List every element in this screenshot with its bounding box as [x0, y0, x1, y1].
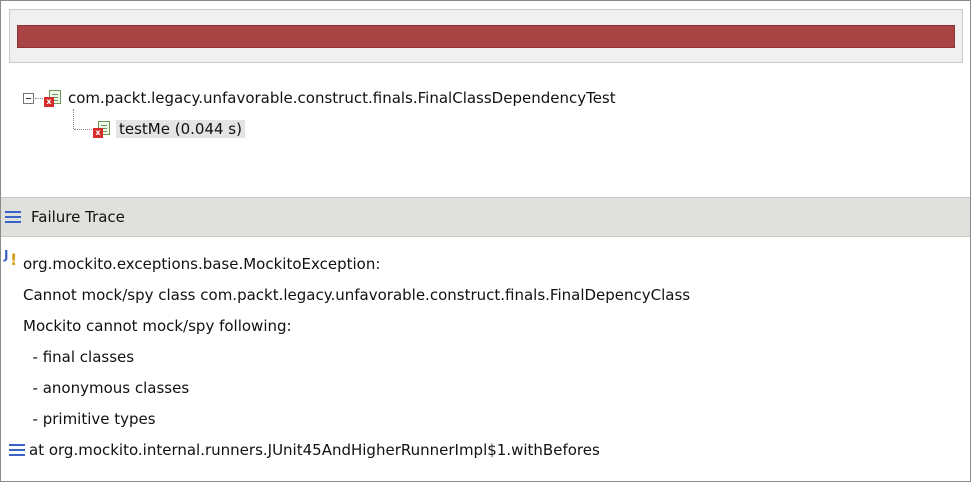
trace-line[interactable]: - anonymous classes — [23, 376, 190, 400]
trace-line[interactable]: - primitive types — [23, 407, 156, 431]
trace-line-frame[interactable]: at org.mockito.internal.runners.JUnit45A… — [29, 438, 600, 462]
failure-trace-title: Failure Trace — [31, 208, 125, 226]
progress-bar-failed — [17, 25, 955, 48]
junit-view: x com.packt.legacy.unfavorable.construct… — [0, 0, 971, 482]
test-case-error-icon: x — [93, 120, 111, 138]
case-label: testMe (0.044 s) — [116, 120, 245, 138]
failure-trace-header: Failure Trace — [1, 197, 970, 237]
exception-icon: J! — [4, 248, 18, 269]
test-suite-error-icon: x — [44, 89, 62, 107]
trace-line[interactable]: Mockito cannot mock/spy following: — [23, 314, 292, 338]
test-tree: x com.packt.legacy.unfavorable.construct… — [1, 73, 970, 183]
trace-line[interactable]: - final classes — [23, 345, 135, 369]
trace-line[interactable]: Cannot mock/spy class com.packt.legacy.u… — [23, 283, 690, 307]
trace-line[interactable]: org.mockito.exceptions.base.MockitoExcep… — [23, 252, 380, 276]
tree-connector — [35, 97, 43, 99]
tree-row-case[interactable]: x testMe (0.044 s) — [73, 118, 245, 140]
tree-connector — [74, 128, 92, 130]
suite-label: com.packt.legacy.unfavorable.construct.f… — [68, 89, 616, 107]
stack-frame-icon — [9, 444, 25, 457]
hamburger-menu-icon[interactable] — [5, 210, 21, 224]
tree-row-suite[interactable]: x com.packt.legacy.unfavorable.construct… — [23, 87, 616, 109]
progress-bar-container — [9, 9, 963, 63]
collapse-icon[interactable] — [23, 92, 34, 104]
